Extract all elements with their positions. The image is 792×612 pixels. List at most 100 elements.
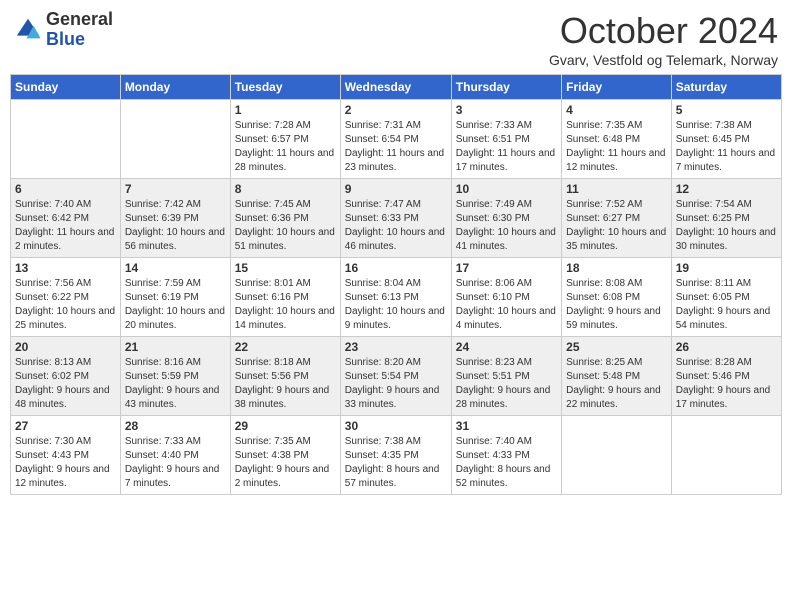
calendar-cell: 13 Sunrise: 7:56 AM Sunset: 6:22 PM Dayli… (11, 258, 121, 337)
calendar-cell: 21 Sunrise: 8:16 AM Sunset: 5:59 PM Dayli… (120, 337, 230, 416)
calendar-cell: 26Sunrise: 8:28 AM Sunset: 5:46 PM Dayli… (671, 337, 781, 416)
day-number: 22 (235, 340, 336, 354)
day-info: Sunrise: 7:35 AM Sunset: 6:48 PM Dayligh… (566, 119, 667, 175)
day-number: 7 (125, 182, 226, 196)
location: Gvarv, Vestfold og Telemark, Norway (549, 52, 778, 68)
calendar-cell: 14 Sunrise: 7:59 AM Sunset: 6:19 PM Dayli… (120, 258, 230, 337)
day-info: Sunrise: 8:11 AM Sunset: 6:05 PM Dayligh… (676, 277, 777, 333)
day-number: 4 (566, 103, 667, 117)
day-number: 24 (456, 340, 557, 354)
day-info: Sunrise: 7:30 AM Sunset: 4:43 PM Dayligh… (15, 435, 116, 491)
day-number: 31 (456, 419, 557, 433)
day-number: 1 (235, 103, 336, 117)
calendar-cell: 29 Sunrise: 7:35 AM Sunset: 4:38 PM Dayli… (230, 416, 340, 495)
day-info: Sunrise: 7:40 AM Sunset: 6:42 PM Dayligh… (15, 198, 116, 254)
calendar-header-monday: Monday (120, 75, 230, 100)
logo-text: General Blue (46, 10, 113, 50)
day-number: 25 (566, 340, 667, 354)
day-info: Sunrise: 8:18 AM Sunset: 5:56 PM Dayligh… (235, 356, 336, 412)
calendar-cell (671, 416, 781, 495)
day-info: Sunrise: 8:23 AM Sunset: 5:51 PM Dayligh… (456, 356, 557, 412)
calendar-cell: 25Sunrise: 8:25 AM Sunset: 5:48 PM Dayli… (562, 337, 672, 416)
calendar-cell: 31 Sunrise: 7:40 AM Sunset: 4:33 PM Dayli… (451, 416, 561, 495)
day-info: Sunrise: 7:33 AM Sunset: 4:40 PM Dayligh… (125, 435, 226, 491)
logo-blue-text: Blue (46, 30, 113, 50)
logo-general-text: General (46, 10, 113, 30)
calendar-cell: 28 Sunrise: 7:33 AM Sunset: 4:40 PM Dayli… (120, 416, 230, 495)
day-number: 23 (345, 340, 447, 354)
calendar-header-friday: Friday (562, 75, 672, 100)
day-number: 28 (125, 419, 226, 433)
day-info: Sunrise: 8:04 AM Sunset: 6:13 PM Dayligh… (345, 277, 447, 333)
calendar-week-row: 27 Sunrise: 7:30 AM Sunset: 4:43 PM Dayli… (11, 416, 782, 495)
day-number: 14 (125, 261, 226, 275)
calendar-week-row: 1 Sunrise: 7:28 AM Sunset: 6:57 PM Daylig… (11, 100, 782, 179)
calendar-cell: 15 Sunrise: 8:01 AM Sunset: 6:16 PM Dayli… (230, 258, 340, 337)
calendar-cell: 20 Sunrise: 8:13 AM Sunset: 6:02 PM Dayli… (11, 337, 121, 416)
calendar-cell: 7 Sunrise: 7:42 AM Sunset: 6:39 PM Daylig… (120, 179, 230, 258)
day-number: 29 (235, 419, 336, 433)
day-number: 15 (235, 261, 336, 275)
day-info: Sunrise: 7:42 AM Sunset: 6:39 PM Dayligh… (125, 198, 226, 254)
calendar-cell: 6Sunrise: 7:40 AM Sunset: 6:42 PM Daylig… (11, 179, 121, 258)
day-number: 19 (676, 261, 777, 275)
day-number: 16 (345, 261, 447, 275)
calendar-cell: 24 Sunrise: 8:23 AM Sunset: 5:51 PM Dayli… (451, 337, 561, 416)
day-number: 3 (456, 103, 557, 117)
day-info: Sunrise: 8:13 AM Sunset: 6:02 PM Dayligh… (15, 356, 116, 412)
day-number: 13 (15, 261, 116, 275)
calendar-cell: 8Sunrise: 7:45 AM Sunset: 6:36 PM Daylig… (230, 179, 340, 258)
day-number: 5 (676, 103, 777, 117)
calendar-week-row: 20 Sunrise: 8:13 AM Sunset: 6:02 PM Dayli… (11, 337, 782, 416)
calendar-cell (11, 100, 121, 179)
calendar-cell: 12 Sunrise: 7:54 AM Sunset: 6:25 PM Dayli… (671, 179, 781, 258)
calendar-cell: 4 Sunrise: 7:35 AM Sunset: 6:48 PM Daylig… (562, 100, 672, 179)
day-number: 30 (345, 419, 447, 433)
calendar-cell: 9Sunrise: 7:47 AM Sunset: 6:33 PM Daylig… (340, 179, 451, 258)
day-info: Sunrise: 7:52 AM Sunset: 6:27 PM Dayligh… (566, 198, 667, 254)
day-number: 9 (345, 182, 447, 196)
day-number: 21 (125, 340, 226, 354)
calendar-cell: 10Sunrise: 7:49 AM Sunset: 6:30 PM Dayli… (451, 179, 561, 258)
day-info: Sunrise: 7:31 AM Sunset: 6:54 PM Dayligh… (345, 119, 447, 175)
title-section: October 2024 Gvarv, Vestfold og Telemark… (549, 10, 778, 68)
day-info: Sunrise: 7:49 AM Sunset: 6:30 PM Dayligh… (456, 198, 557, 254)
day-number: 12 (676, 182, 777, 196)
calendar-header-wednesday: Wednesday (340, 75, 451, 100)
calendar-cell: 11Sunrise: 7:52 AM Sunset: 6:27 PM Dayli… (562, 179, 672, 258)
day-info: Sunrise: 7:56 AM Sunset: 6:22 PM Dayligh… (15, 277, 116, 333)
day-info: Sunrise: 7:54 AM Sunset: 6:25 PM Dayligh… (676, 198, 777, 254)
day-number: 18 (566, 261, 667, 275)
month-title: October 2024 (549, 10, 778, 52)
day-info: Sunrise: 8:16 AM Sunset: 5:59 PM Dayligh… (125, 356, 226, 412)
calendar-cell: 22 Sunrise: 8:18 AM Sunset: 5:56 PM Dayli… (230, 337, 340, 416)
calendar-cell: 17Sunrise: 8:06 AM Sunset: 6:10 PM Dayli… (451, 258, 561, 337)
calendar-cell: 30 Sunrise: 7:38 AM Sunset: 4:35 PM Dayli… (340, 416, 451, 495)
day-info: Sunrise: 7:28 AM Sunset: 6:57 PM Dayligh… (235, 119, 336, 175)
calendar-week-row: 6Sunrise: 7:40 AM Sunset: 6:42 PM Daylig… (11, 179, 782, 258)
day-number: 20 (15, 340, 116, 354)
calendar-cell: 3Sunrise: 7:33 AM Sunset: 6:51 PM Daylig… (451, 100, 561, 179)
calendar-header-saturday: Saturday (671, 75, 781, 100)
calendar-cell: 23 Sunrise: 8:20 AM Sunset: 5:54 PM Dayli… (340, 337, 451, 416)
day-info: Sunrise: 7:40 AM Sunset: 4:33 PM Dayligh… (456, 435, 557, 491)
logo-icon (14, 16, 42, 44)
day-number: 27 (15, 419, 116, 433)
calendar-week-row: 13 Sunrise: 7:56 AM Sunset: 6:22 PM Dayli… (11, 258, 782, 337)
day-info: Sunrise: 7:35 AM Sunset: 4:38 PM Dayligh… (235, 435, 336, 491)
day-info: Sunrise: 7:38 AM Sunset: 4:35 PM Dayligh… (345, 435, 447, 491)
day-info: Sunrise: 8:28 AM Sunset: 5:46 PM Dayligh… (676, 356, 777, 412)
day-info: Sunrise: 8:20 AM Sunset: 5:54 PM Dayligh… (345, 356, 447, 412)
day-info: Sunrise: 7:45 AM Sunset: 6:36 PM Dayligh… (235, 198, 336, 254)
day-info: Sunrise: 7:38 AM Sunset: 6:45 PM Dayligh… (676, 119, 777, 175)
calendar-cell (562, 416, 672, 495)
calendar-cell: 27 Sunrise: 7:30 AM Sunset: 4:43 PM Dayli… (11, 416, 121, 495)
calendar-cell: 18Sunrise: 8:08 AM Sunset: 6:08 PM Dayli… (562, 258, 672, 337)
day-info: Sunrise: 7:59 AM Sunset: 6:19 PM Dayligh… (125, 277, 226, 333)
calendar-cell (120, 100, 230, 179)
logo: General Blue (14, 10, 113, 50)
calendar-cell: 5 Sunrise: 7:38 AM Sunset: 6:45 PM Daylig… (671, 100, 781, 179)
day-info: Sunrise: 8:06 AM Sunset: 6:10 PM Dayligh… (456, 277, 557, 333)
day-number: 2 (345, 103, 447, 117)
day-info: Sunrise: 8:01 AM Sunset: 6:16 PM Dayligh… (235, 277, 336, 333)
